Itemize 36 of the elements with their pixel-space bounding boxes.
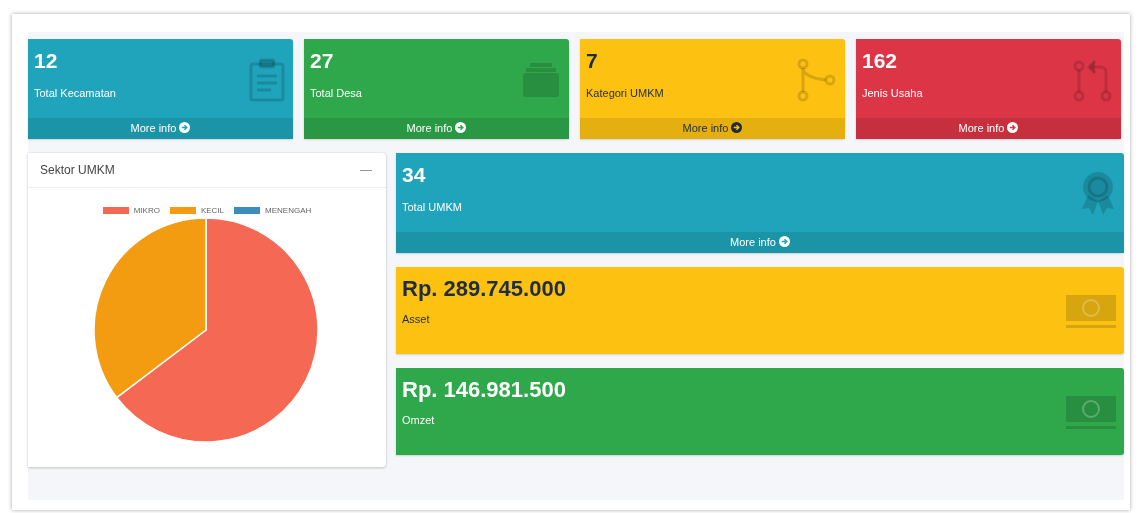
stat-label: Jenis Usaha bbox=[862, 87, 923, 99]
banknote-icon bbox=[1066, 395, 1116, 430]
more-info-link[interactable]: More info bbox=[28, 118, 293, 139]
stat-label: Total Desa bbox=[310, 87, 362, 99]
stat-value: 7 bbox=[586, 49, 599, 73]
arrow-circle-icon bbox=[731, 122, 743, 133]
more-info-link[interactable]: More info bbox=[396, 232, 1124, 253]
stat-value: 162 bbox=[862, 49, 899, 73]
arrow-circle-icon bbox=[179, 122, 191, 133]
more-info-link[interactable]: More info bbox=[580, 118, 845, 139]
more-info-link[interactable]: More info bbox=[304, 118, 569, 139]
arrow-circle-icon bbox=[455, 122, 467, 133]
legend-item[interactable]: MIKRO bbox=[102, 206, 160, 215]
stat-value: 27 bbox=[310, 49, 335, 73]
branch-icon bbox=[797, 57, 837, 102]
card-title: Sektor UMKM bbox=[40, 163, 115, 177]
stat-value: 34 bbox=[402, 163, 427, 187]
stat-label: Total Kecamatan bbox=[34, 87, 116, 99]
legend-item[interactable]: MENENGAH bbox=[234, 206, 312, 215]
stat-label: Total UMKM bbox=[402, 201, 462, 213]
legend-item[interactable]: KECIL bbox=[169, 206, 225, 215]
stat-value: Rp. 146.981.500 bbox=[402, 378, 566, 402]
stat-label: Omzet bbox=[402, 414, 436, 426]
banknote-icon bbox=[1066, 294, 1116, 329]
stat-value: 12 bbox=[34, 49, 59, 73]
stat-label: Asset bbox=[402, 313, 431, 325]
award-icon bbox=[1080, 170, 1116, 217]
pull-request-icon bbox=[1073, 57, 1113, 102]
more-info-link[interactable]: More info bbox=[856, 118, 1121, 139]
tray-icon bbox=[521, 62, 561, 97]
arrow-circle-icon bbox=[778, 236, 790, 247]
stat-label: Kategori UMKM bbox=[586, 87, 664, 99]
stat-value: Rp. 289.745.000 bbox=[402, 277, 566, 301]
arrow-circle-icon bbox=[1007, 122, 1019, 133]
clipboard-icon bbox=[249, 57, 285, 102]
collapse-button[interactable]: — bbox=[358, 163, 374, 177]
